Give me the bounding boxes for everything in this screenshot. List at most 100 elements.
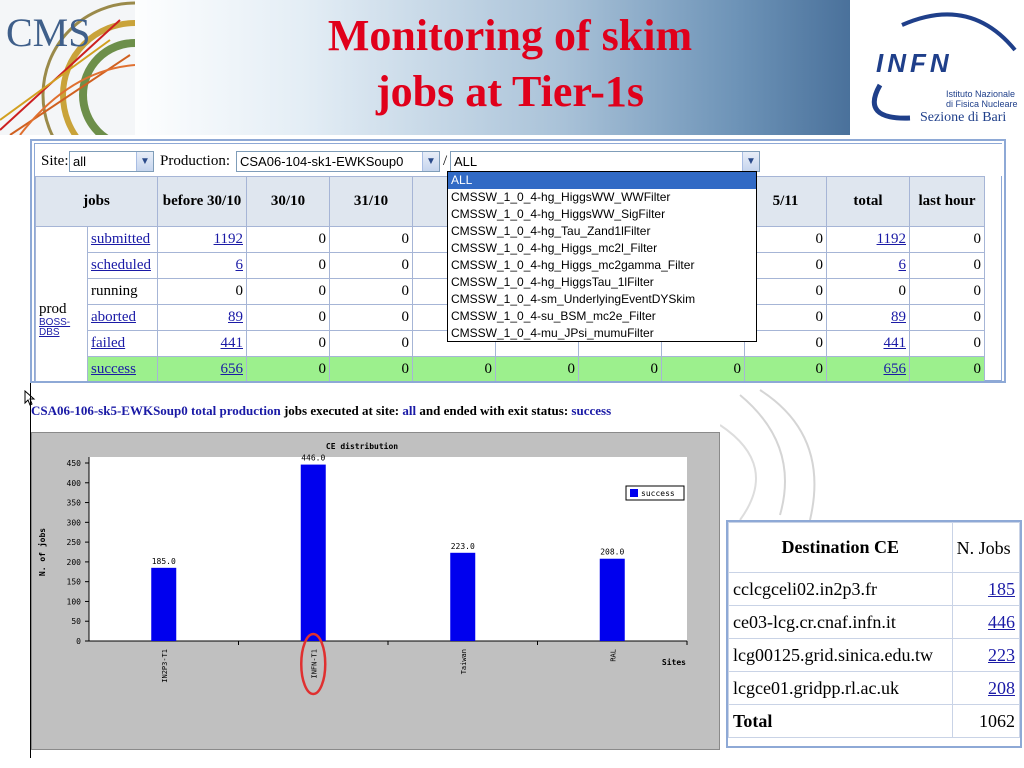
y-tick-label: 50 — [71, 617, 81, 626]
cell-total[interactable]: 656 — [826, 356, 910, 381]
dropdown-option[interactable]: CMSSW_1_0_4-hg_HiggsTau_1lFilter — [448, 274, 756, 291]
cell-value[interactable]: 6 — [157, 252, 247, 279]
dropdown-option[interactable]: CMSSW_1_0_4-mu_JPsi_mumuFilter — [448, 325, 756, 342]
col-31-10: 31/10 — [329, 176, 413, 227]
cell-value: 0 — [246, 304, 330, 331]
ce-count-link[interactable]: 185 — [951, 572, 1021, 606]
cell-last-hour: 0 — [909, 226, 985, 253]
title-line-2: jobs at Tier-1s — [375, 67, 645, 116]
legend-swatch — [630, 489, 638, 497]
ce-name: cclcgceli02.in2p3.fr — [728, 572, 953, 606]
cell-value: 0 — [744, 356, 827, 381]
cell-value: 0 — [157, 278, 247, 305]
dropdown-option[interactable]: ALL — [448, 172, 756, 189]
table-row-total: Total 1062 — [728, 704, 1021, 738]
summary-text-1: jobs executed at site: — [283, 403, 400, 418]
cell-last-hour: 0 — [909, 356, 985, 381]
col-30-10: 30/10 — [246, 176, 330, 227]
slide-header: CMS Monitoring of skim jobs at Tier-1s I… — [0, 0, 1024, 135]
dropdown-option[interactable]: CMSSW_1_0_4-sm_UnderlyingEventDYSkim — [448, 291, 756, 308]
ce-count-link[interactable]: 446 — [951, 605, 1021, 639]
status-success-link[interactable]: success — [87, 356, 158, 381]
table-row: lcg00125.grid.sinica.edu.tw 223 — [728, 638, 1021, 672]
cell-total[interactable]: 441 — [826, 330, 910, 357]
dropdown-option[interactable]: CMSSW_1_0_4-hg_Tau_Zand1lFilter — [448, 223, 756, 240]
y-tick-label: 200 — [67, 558, 82, 567]
infn-logo: INFN Istituto Nazionale di Fisica Nuclea… — [850, 0, 1024, 135]
cell-value: 0 — [412, 356, 496, 381]
cell-total[interactable]: 6 — [826, 252, 910, 279]
bar-data-label: 446.0 — [301, 454, 325, 463]
filter-select[interactable]: ALL ▼ — [450, 151, 760, 172]
separator: / — [443, 153, 448, 169]
filter-dropdown-list[interactable]: ALL CMSSW_1_0_4-hg_HiggsWW_WWFilter CMSS… — [447, 171, 757, 342]
summary-site: all — [402, 403, 417, 418]
status-scheduled-link[interactable]: scheduled — [87, 252, 158, 279]
page-title: Monitoring of skim jobs at Tier-1s — [230, 8, 790, 120]
chevron-down-icon[interactable]: ▼ — [742, 152, 759, 171]
y-tick-label: 350 — [67, 499, 82, 508]
table-row-success: success 656 0 0 0 0 0 0 0 656 0 — [36, 356, 985, 381]
site-select-value: all — [73, 154, 87, 169]
cell-value: 0 — [246, 278, 330, 305]
bar-data-label: 223.0 — [451, 542, 475, 551]
cell-value: 0 — [329, 252, 413, 279]
y-tick-label: 300 — [67, 518, 82, 527]
status-aborted-link[interactable]: aborted — [87, 304, 158, 331]
chevron-down-icon[interactable]: ▼ — [136, 152, 153, 171]
ce-name: lcg00125.grid.sinica.edu.tw — [728, 638, 953, 672]
bar — [151, 567, 177, 641]
cell-total[interactable]: 1192 — [826, 226, 910, 253]
dropdown-option[interactable]: CMSSW_1_0_4-hg_Higgs_mc2l_Filter — [448, 240, 756, 257]
cms-logo: CMS — [0, 0, 135, 135]
cell-total[interactable]: 89 — [826, 304, 910, 331]
y-tick-label: 400 — [67, 479, 82, 488]
cell-value: 0 — [329, 330, 413, 357]
summary-production: CSA06-106-sk5-EWKSoup0 total production — [31, 403, 281, 418]
summary-line: CSA06-106-sk5-EWKSoup0 total production … — [31, 403, 611, 419]
chart-svg: 0 50 100 150 200 250 300 350 400 450 CE distributi… — [37, 441, 688, 696]
infn-sub3: Sezione di Bari — [920, 110, 1006, 125]
ce-count-link[interactable]: 208 — [951, 671, 1021, 705]
bar-data-label: 208.0 — [600, 548, 624, 557]
dropdown-option[interactable]: CMSSW_1_0_4-hg_HiggsWW_WWFilter — [448, 189, 756, 206]
col-jobs: jobs — [35, 176, 158, 227]
summary-status: success — [571, 403, 612, 418]
ce-count-link[interactable]: 223 — [951, 638, 1021, 672]
filter-select-value: ALL — [454, 154, 478, 169]
cell-value[interactable]: 656 — [157, 356, 247, 381]
cell-value: 0 — [661, 356, 745, 381]
site-label: Site: — [41, 153, 69, 169]
boss-dbs-link[interactable]: BOSS-DBS — [39, 318, 84, 338]
legend-label: success — [641, 489, 675, 498]
group-cell: prod BOSS-DBS — [35, 226, 88, 381]
dropdown-option[interactable]: CMSSW_1_0_4-hg_HiggsWW_SigFilter — [448, 206, 756, 223]
dropdown-option[interactable]: CMSSW_1_0_4-su_BSM_mc2e_Filter — [448, 308, 756, 325]
site-select[interactable]: all ▼ — [69, 151, 154, 172]
x-tick-label: RAL — [609, 649, 617, 662]
bar-data-label: 185.0 — [152, 557, 176, 566]
title-line-1: Monitoring of skim — [327, 11, 693, 60]
col-destination-ce: Destination CE — [728, 522, 953, 573]
table-row: lcgce01.gridpp.rl.ac.uk 208 — [728, 671, 1021, 705]
summary-text-2: and ended with exit status: — [419, 403, 569, 418]
status-submitted-link[interactable]: submitted — [87, 226, 158, 253]
status-running-label: running — [87, 278, 158, 305]
ce-distribution-chart: 0 50 100 150 200 250 300 350 400 450 CE distributi… — [31, 432, 720, 750]
production-select[interactable]: CSA06-104-sk1-EWKSoup0 ▼ — [236, 151, 440, 172]
cell-value: 0 — [246, 330, 330, 357]
chevron-down-icon[interactable]: ▼ — [422, 152, 439, 171]
cms-logo-text: CMS — [6, 10, 91, 55]
cell-last-hour: 0 — [909, 252, 985, 279]
bar — [450, 552, 476, 641]
status-failed-link[interactable]: failed — [87, 330, 158, 357]
col-n-jobs: N. Jobs — [951, 522, 1021, 573]
dropdown-option[interactable]: CMSSW_1_0_4-hg_Higgs_mc2gamma_Filter — [448, 257, 756, 274]
x-axis-label: Sites — [662, 657, 686, 667]
cell-value[interactable]: 1192 — [157, 226, 247, 253]
table-header-row: Destination CE N. Jobs — [728, 522, 1021, 573]
cell-value[interactable]: 441 — [157, 330, 247, 357]
y-axis-label: N. of jobs — [37, 528, 47, 576]
x-tick-label: IN2P3-T1 — [161, 649, 169, 683]
cell-value[interactable]: 89 — [157, 304, 247, 331]
